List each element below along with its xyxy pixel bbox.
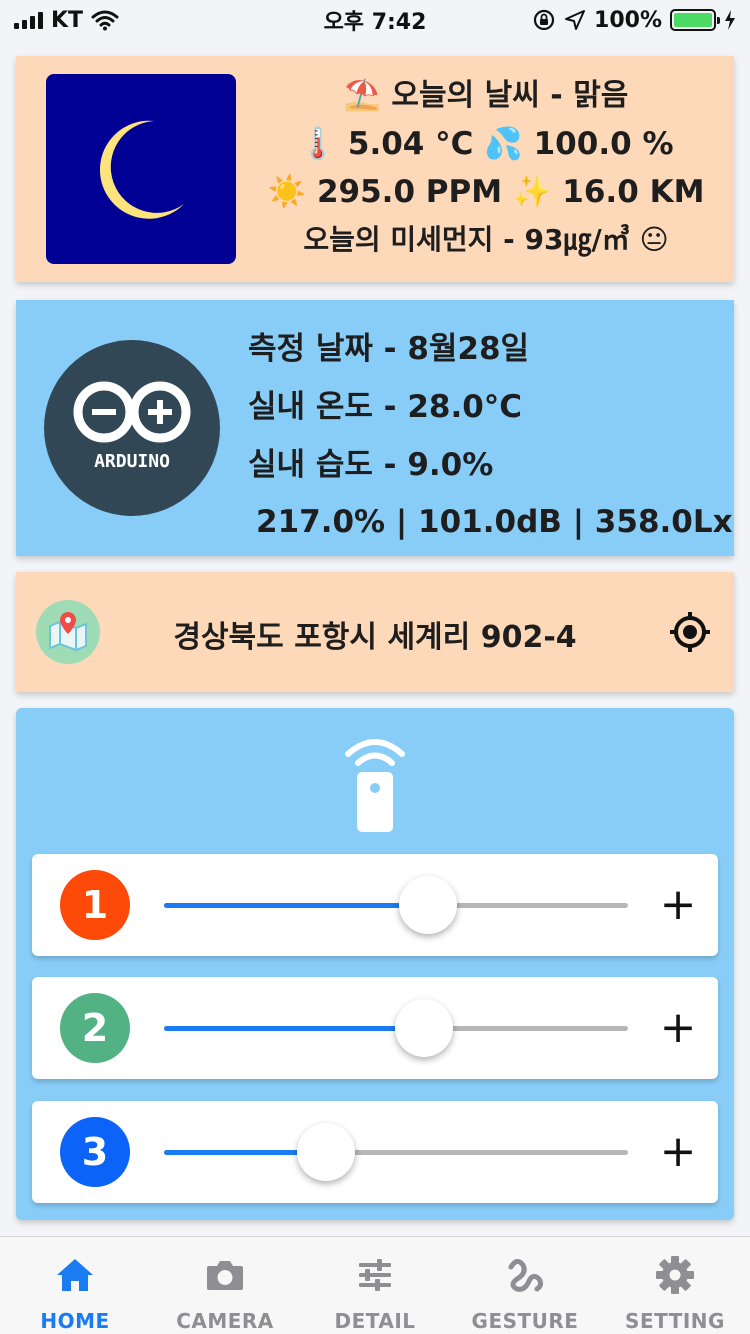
temperature-row: 🌡️ 5.04 °C 💦 100.0 % xyxy=(256,120,716,168)
sun-icon: ☀️ xyxy=(267,174,307,210)
arduino-logo: ARDUINO xyxy=(44,340,220,516)
location-arrow-icon xyxy=(565,10,586,30)
slider-thumb-3[interactable] xyxy=(297,1123,356,1181)
slider-row-1: 1 + xyxy=(32,854,718,956)
slider-row-2: 2 + xyxy=(32,977,718,1079)
tab-camera[interactable]: CAMERA xyxy=(150,1237,300,1334)
plus-button-1[interactable]: + xyxy=(658,882,698,928)
tab-label-setting: SETTING xyxy=(625,1309,725,1333)
tab-label-detail: DETAIL xyxy=(334,1309,416,1333)
indoor-humidity: 실내 습도 - 9.0% xyxy=(248,447,494,483)
sparkles-icon: ✨ xyxy=(512,174,552,210)
visibility-value: 16.0 KM xyxy=(562,174,705,210)
slider-1[interactable] xyxy=(164,876,628,934)
slider-2[interactable] xyxy=(164,999,628,1057)
slider-thumb-1[interactable] xyxy=(399,876,458,934)
location-card: 경상북도 포항시 세계리 902-4 xyxy=(16,572,734,692)
droplets-icon: 💦 xyxy=(484,126,523,162)
battery-icon xyxy=(670,9,720,31)
clock: 오후 7:42 xyxy=(323,10,427,35)
slider-row-3: 3 + xyxy=(32,1101,718,1203)
remote-control-card: 1 + 2 + 3 + xyxy=(16,708,734,1220)
arduino-logo-text: ARDUINO xyxy=(94,451,170,472)
tab-setting[interactable]: SETTING xyxy=(600,1237,750,1334)
slider-fill-2 xyxy=(164,1026,424,1031)
thermometer-icon: 🌡️ xyxy=(298,126,338,162)
ppm-row: ☀️ 295.0 PPM ✨ 16.0 KM xyxy=(256,168,716,216)
tab-detail[interactable]: DETAIL xyxy=(300,1237,450,1334)
arduino-card: ARDUINO 측정 날짜 - 8월28일 실내 온도 - 28.0°C 실내 … xyxy=(16,300,734,556)
measure-date: 측정 날짜 - 8월28일 xyxy=(248,331,530,367)
channel-badge-2: 2 xyxy=(60,993,130,1063)
rotation-lock-icon xyxy=(533,9,555,31)
sliders-icon xyxy=(359,1259,391,1291)
channel-badge-3: 3 xyxy=(60,1117,130,1187)
weather-title-row: ⛱️ 오늘의 날씨 - 맑음 xyxy=(256,72,716,120)
dust-row: 오늘의 미세먼지 - 93㎍/㎥ 😐 xyxy=(256,216,716,264)
slider-3[interactable] xyxy=(164,1123,628,1181)
charging-bolt-icon xyxy=(725,10,735,30)
tab-label-home: HOME xyxy=(40,1309,110,1333)
home-icon xyxy=(57,1259,93,1291)
beach-umbrella-icon: ⛱️ xyxy=(343,78,381,113)
moon-icon xyxy=(99,120,184,219)
status-bar: KT 오후 7:42 100% xyxy=(0,0,750,40)
tab-gesture[interactable]: GESTURE xyxy=(450,1237,600,1334)
plus-button-2[interactable]: + xyxy=(658,1005,698,1051)
gear-icon xyxy=(656,1256,694,1294)
sensor-stats: 217.0% | 101.0dB | 358.0Lx xyxy=(256,504,733,540)
weather-card: ⛱️ 오늘의 날씨 - 맑음 🌡️ 5.04 °C 💦 100.0 % ☀️ 2… xyxy=(16,56,734,282)
tab-label-gesture: GESTURE xyxy=(471,1309,579,1333)
ppm-value: 295.0 PPM xyxy=(316,174,503,210)
camera-icon xyxy=(207,1261,243,1290)
wifi-icon xyxy=(91,10,119,31)
slider-fill-1 xyxy=(164,903,429,908)
neutral-face-icon: 😐 xyxy=(639,223,669,256)
signal-icon xyxy=(14,11,43,29)
battery-percent: 100% xyxy=(594,7,662,33)
tab-home[interactable]: HOME xyxy=(0,1237,150,1334)
humidity-value: 100.0 % xyxy=(533,126,674,162)
address-text: 경상북도 포항시 세계리 902-4 xyxy=(173,620,577,655)
plus-button-3[interactable]: + xyxy=(658,1129,698,1175)
gps-target-icon[interactable] xyxy=(668,610,712,654)
temperature-value: 5.04 °C xyxy=(347,126,474,162)
remote-icon xyxy=(345,739,405,832)
weather-title: 오늘의 날씨 - 맑음 xyxy=(391,78,629,113)
carrier-label: KT xyxy=(51,7,84,33)
gesture-icon xyxy=(508,1259,544,1292)
dust-value: 오늘의 미세먼지 - 93㎍/㎥ xyxy=(303,223,630,256)
tab-label-camera: CAMERA xyxy=(176,1309,274,1333)
slider-thumb-2[interactable] xyxy=(394,999,453,1057)
tab-bar: HOME CAMERA DETAIL GESTURE SETTING xyxy=(0,1236,750,1334)
infinity-icon: ARDUINO xyxy=(73,381,191,472)
indoor-temperature: 실내 온도 - 28.0°C xyxy=(248,389,523,425)
weather-icon-box xyxy=(46,74,236,264)
channel-badge-1: 1 xyxy=(60,870,130,940)
